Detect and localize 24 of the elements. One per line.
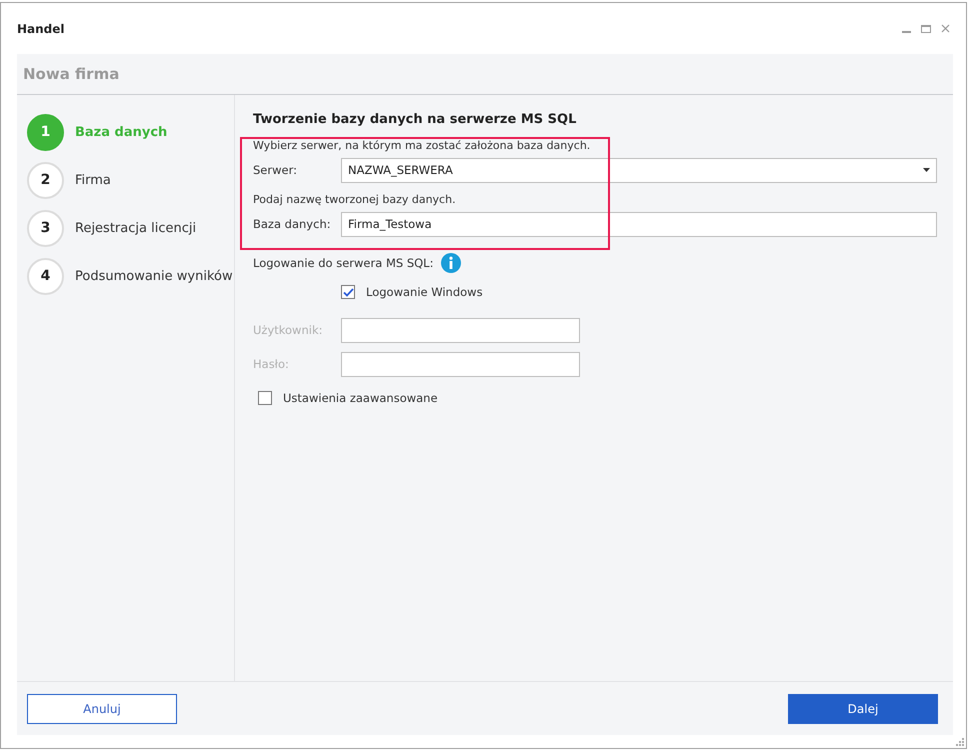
next-button[interactable]: Dalej	[788, 694, 938, 724]
server-hint: Wybierz serwer, na którym ma zostać założona baza danych.	[253, 138, 592, 154]
step-number: 2	[27, 162, 64, 198]
field-label: Baza danych:	[253, 217, 332, 231]
database-input[interactable]: Firma_Testowa	[341, 212, 937, 236]
step-number: 4	[27, 258, 64, 294]
login-label: Logowanie do serwera MS SQL:	[253, 256, 434, 270]
field-label: Serwer:	[253, 163, 298, 177]
checkbox-label: Ustawienia zaawansowane	[283, 391, 438, 405]
field-label: Hasło:	[253, 357, 290, 371]
step-label: Firma	[75, 172, 111, 188]
database-hint: Podaj nazwę tworzonej bazy danych.	[253, 192, 457, 208]
cancel-button[interactable]: Anuluj	[27, 694, 177, 724]
field-label: Użytkownik:	[253, 323, 324, 337]
window-title: Handel	[17, 22, 65, 36]
step-label: Rejestracja licencji	[75, 220, 196, 236]
section-title: Tworzenie bazy danych na serwerze MS SQL	[253, 112, 578, 127]
checkbox-label: Logowanie Windows	[366, 285, 483, 299]
server-dropdown[interactable]: NAZWA_SERWERA	[341, 158, 937, 182]
step-number: 3	[27, 210, 64, 246]
wizard-title: Nowa firma	[23, 65, 120, 83]
step-label: Baza danych	[75, 124, 168, 140]
step-label: Podsumowanie wyników	[75, 268, 233, 284]
step-number: 1	[27, 114, 64, 150]
